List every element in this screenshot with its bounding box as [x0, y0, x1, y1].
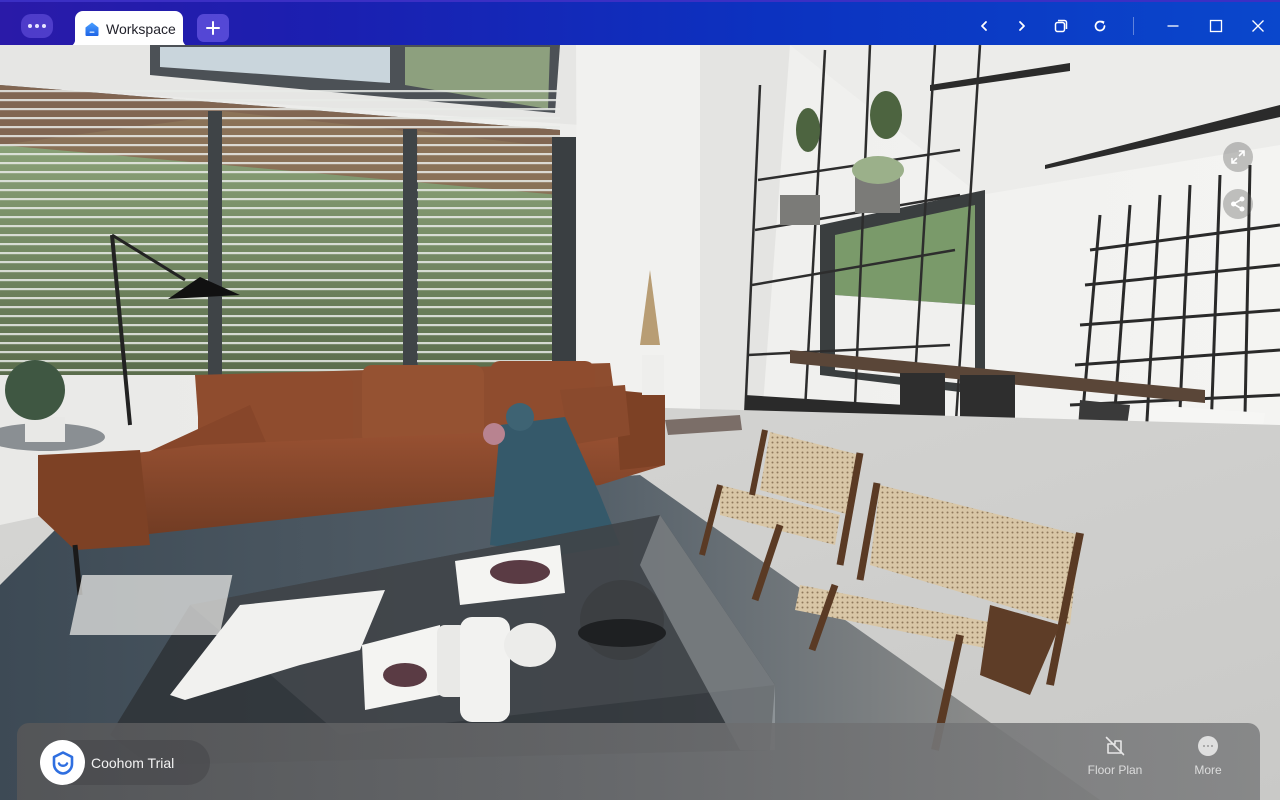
home-icon	[85, 22, 99, 36]
coohom-logo-icon	[40, 740, 85, 785]
floor-plan-off-icon	[1104, 735, 1126, 757]
app-menu-button[interactable]	[21, 14, 53, 38]
forward-button[interactable]	[1011, 15, 1033, 37]
brand-account-button[interactable]: Coohom Trial	[40, 740, 210, 785]
minimize-button[interactable]	[1162, 15, 1184, 37]
copy-window-icon	[1054, 19, 1068, 33]
brand-name: Coohom Trial	[91, 754, 175, 771]
new-tab-button[interactable]	[197, 14, 229, 42]
reload-button[interactable]	[1089, 15, 1111, 37]
more-button[interactable]: More	[1173, 735, 1243, 785]
chevron-left-icon	[981, 21, 987, 31]
reload-icon	[1094, 20, 1106, 32]
minimize-icon	[1167, 25, 1179, 27]
more-circle-icon	[1197, 735, 1219, 757]
share-icon	[1231, 196, 1245, 212]
titlebar-divider	[1133, 17, 1134, 35]
viewer-bottom-bar: Coohom Trial Floor Plan More	[17, 723, 1260, 800]
share-button[interactable]	[1223, 189, 1253, 219]
close-button[interactable]	[1247, 15, 1269, 37]
more-label: More	[1194, 763, 1222, 777]
expand-arrows-icon	[1231, 150, 1245, 164]
panorama-scene[interactable]	[0, 45, 1280, 800]
more-horizontal-icon	[28, 24, 32, 28]
back-button[interactable]	[973, 15, 995, 37]
panorama-viewer[interactable]	[0, 45, 1280, 800]
duplicate-window-button[interactable]	[1050, 15, 1072, 37]
title-bar: Workspace	[0, 0, 1280, 47]
close-icon	[1252, 20, 1264, 32]
floor-plan-button[interactable]: Floor Plan	[1080, 735, 1150, 785]
tab-workspace[interactable]: Workspace	[67, 11, 191, 47]
maximize-icon	[1209, 19, 1223, 33]
maximize-button[interactable]	[1205, 15, 1227, 37]
floor-plan-label: Floor Plan	[1087, 763, 1143, 777]
chevron-right-icon	[1019, 21, 1025, 31]
plus-icon	[206, 21, 220, 35]
tab-label: Workspace	[106, 21, 176, 37]
more-dot	[35, 24, 39, 28]
more-dot	[42, 24, 46, 28]
fullscreen-button[interactable]	[1223, 142, 1253, 172]
